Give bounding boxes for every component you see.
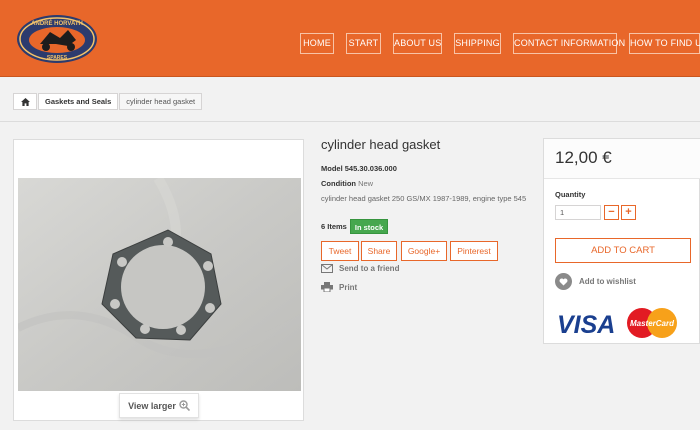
payment-cards: VISA MasterCard [557, 308, 677, 339]
logo-bottom-text: SPARES [47, 55, 68, 61]
buy-box: 12,00 € Quantity 1 − + ADD TO CART Add t… [543, 138, 700, 344]
home-icon [20, 97, 30, 106]
mastercard-text: MasterCard [630, 319, 675, 328]
breadcrumb-current: cylinder head gasket [119, 93, 203, 110]
product-price: 12,00 € [555, 148, 612, 167]
quantity-increase-button[interactable]: + [621, 205, 636, 220]
nav-shipping[interactable]: SHIPPING [454, 33, 501, 54]
heart-icon [555, 273, 572, 290]
envelope-icon [321, 264, 333, 273]
model-value: 545.30.036.000 [344, 164, 397, 173]
nav-start[interactable]: START [346, 33, 381, 54]
nav-contact-information[interactable]: CONTACT INFORMATION [513, 33, 625, 54]
send-to-friend-link[interactable]: Send to a friend [321, 264, 399, 273]
add-to-wishlist-link[interactable]: Add to wishlist [555, 273, 636, 290]
product-photo[interactable] [18, 178, 301, 391]
quantity-label: Quantity [555, 190, 586, 199]
condition-value: New [358, 179, 374, 188]
logo-top-text: ANDRÉ HORVATH [31, 19, 83, 27]
share-button[interactable]: Share [361, 241, 397, 261]
breadcrumb-home[interactable] [13, 93, 37, 110]
divider [0, 121, 700, 122]
view-larger-button[interactable]: View larger [119, 393, 199, 418]
stock-badge: In stock [349, 219, 389, 234]
breadcrumb-gaskets-and-seals[interactable]: Gaskets and Seals [38, 93, 119, 110]
mastercard-logo: MasterCard [627, 308, 677, 338]
zoom-icon [179, 400, 190, 411]
price-area: 12,00 € [544, 139, 700, 179]
print-label: Print [339, 282, 358, 292]
quantity-decrease-button[interactable]: − [604, 205, 619, 220]
google-plus-button[interactable]: Google+ [401, 241, 447, 261]
add-to-cart-button[interactable]: ADD TO CART [555, 238, 691, 263]
nav-home[interactable]: HOME [300, 33, 334, 54]
site-logo[interactable]: ANDRÉ HORVATH SPARES [16, 14, 98, 64]
site-header: ANDRÉ HORVATH SPARES HOME START ABOUT US… [0, 0, 700, 77]
send-to-friend-label: Send to a friend [339, 264, 400, 273]
printer-icon [321, 282, 333, 292]
condition-label: Condition [321, 179, 356, 188]
product-image-box: View larger [13, 139, 304, 421]
model-label: Model [321, 164, 343, 173]
pinterest-button[interactable]: Pinterest [450, 241, 498, 261]
product-condition: Condition New [321, 179, 373, 188]
print-link[interactable]: Print [321, 282, 357, 292]
nav-about-us[interactable]: ABOUT US [393, 33, 442, 54]
wishlist-label: Add to wishlist [579, 277, 636, 286]
product-description: cylinder head gasket 250 GS/MX 1987-1989… [321, 194, 527, 203]
view-larger-label: View larger [128, 400, 176, 411]
product-title: cylinder head gasket [321, 137, 441, 152]
tweet-button[interactable]: Tweet [321, 241, 359, 261]
nav-how-to-find-us[interactable]: HOW TO FIND US [629, 33, 700, 54]
product-model: Model 545.30.036.000 [321, 164, 397, 173]
availability: 6 Items In stock [321, 219, 389, 234]
items-count: 6 Items [321, 222, 347, 231]
quantity-input[interactable]: 1 [555, 205, 601, 220]
visa-logo: VISA [557, 311, 615, 339]
breadcrumb: Gaskets and Seals cylinder head gasket [13, 93, 203, 110]
